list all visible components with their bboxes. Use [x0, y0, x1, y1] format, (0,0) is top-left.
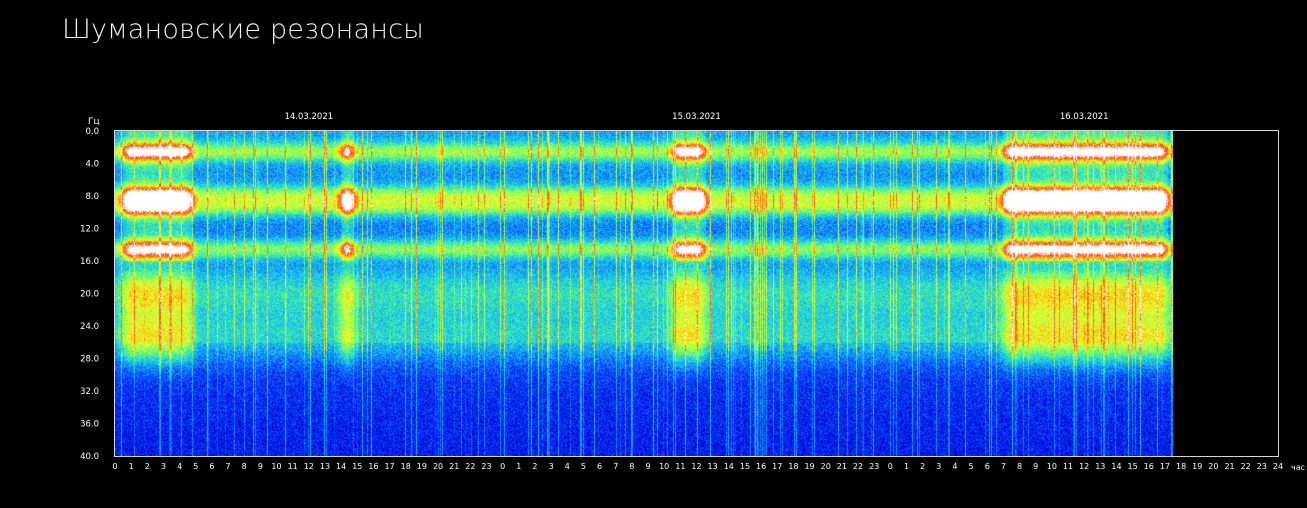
x-tick-label: 20	[821, 462, 831, 471]
y-tick-label: 4.0	[85, 160, 99, 170]
y-tick-label: 40.0	[80, 452, 99, 462]
x-tick-label: 15	[740, 462, 750, 471]
y-tick-label: 20.0	[80, 290, 99, 300]
x-tick-label: 3	[161, 462, 166, 471]
x-tick-label: 7	[1001, 462, 1006, 471]
x-tick-label: 15	[352, 462, 362, 471]
x-axis-ticks: 0 1 2 3 4 5 6 7 8 9 10 11 12 13 14 15 16 17 18 19 20 21 22 23 0 1…	[112, 462, 1283, 471]
y-axis-ticks: 0.0 4.0 8.0 12.0 16.0 20.0 24.0 28.0 32.0 36.0 40.…	[80, 127, 99, 462]
x-tick-label: 8	[629, 462, 634, 471]
x-tick-label: 19	[1192, 462, 1202, 471]
y-tick-label: 28.0	[80, 355, 99, 365]
x-tick-label: 20	[1208, 462, 1218, 471]
x-tick-label: 3	[936, 462, 941, 471]
x-tick-label: 10	[659, 462, 669, 471]
x-tick-label: 16	[1144, 462, 1154, 471]
x-tick-label: 0	[112, 462, 117, 471]
y-tick-label: 36.0	[80, 420, 99, 430]
date-labels: 14.03.2021 15.03.2021 16.03.2021	[284, 112, 1108, 122]
y-tick-label: 8.0	[85, 192, 99, 202]
x-tick-label: 11	[288, 462, 298, 471]
x-tick-label: 19	[804, 462, 814, 471]
x-tick-label: 17	[385, 462, 395, 471]
x-tick-label: 13	[1095, 462, 1105, 471]
x-tick-label: 18	[1176, 462, 1186, 471]
x-tick-label: 11	[675, 462, 685, 471]
x-tick-label: 16	[756, 462, 766, 471]
x-tick-label: 21	[837, 462, 847, 471]
x-tick-label: 1	[904, 462, 909, 471]
x-tick-label: 9	[1033, 462, 1038, 471]
x-tick-label: 22	[1241, 462, 1251, 471]
x-tick-label: 22	[853, 462, 863, 471]
x-tick-label: 19	[417, 462, 427, 471]
x-tick-label: 4	[177, 462, 182, 471]
x-tick-label: 2	[920, 462, 925, 471]
y-axis-label: Гц	[88, 117, 100, 127]
x-tick-label: 3	[549, 462, 554, 471]
x-tick-label: 7	[226, 462, 231, 471]
x-tick-label: 15	[1128, 462, 1138, 471]
x-tick-label: 9	[258, 462, 263, 471]
x-tick-label: 23	[869, 462, 879, 471]
x-tick-label: 5	[581, 462, 586, 471]
x-tick-label: 5	[969, 462, 974, 471]
x-tick-label: 12	[691, 462, 701, 471]
x-tick-label: 18	[788, 462, 798, 471]
date-label: 15.03.2021	[672, 112, 721, 122]
x-axis-label: час	[1291, 463, 1305, 472]
x-tick-label: 1	[129, 462, 134, 471]
y-tick-label: 32.0	[80, 387, 99, 397]
date-label: 14.03.2021	[284, 112, 333, 122]
x-tick-label: 8	[242, 462, 247, 471]
x-tick-label: 6	[985, 462, 990, 471]
x-tick-label: 21	[449, 462, 459, 471]
x-tick-label: 10	[1047, 462, 1057, 471]
x-tick-label: 0	[888, 462, 893, 471]
x-tick-label: 4	[565, 462, 570, 471]
x-tick-label: 6	[209, 462, 214, 471]
y-tick-label: 24.0	[80, 322, 99, 332]
x-tick-label: 14	[336, 462, 346, 471]
x-tick-label: 14	[1111, 462, 1121, 471]
x-tick-label: 9	[645, 462, 650, 471]
heatmap-image	[115, 131, 1173, 456]
x-tick-label: 23	[1257, 462, 1267, 471]
date-label: 16.03.2021	[1060, 112, 1109, 122]
x-tick-label: 14	[724, 462, 734, 471]
x-tick-label: 11	[1063, 462, 1073, 471]
x-tick-label: 1	[516, 462, 521, 471]
x-tick-label: 6	[597, 462, 602, 471]
x-tick-label: 18	[401, 462, 411, 471]
x-tick-label: 12	[304, 462, 314, 471]
x-tick-label: 4	[952, 462, 957, 471]
x-tick-label: 23	[481, 462, 491, 471]
x-tick-label: 17	[772, 462, 782, 471]
spectrogram-chart: Гц 0.0 4.0 8.0 12.0 16.0 20.0 24.0 28.0 32.0 36.0…	[80, 112, 1305, 472]
x-tick-label: 8	[1017, 462, 1022, 471]
x-tick-label: 12	[1079, 462, 1089, 471]
y-tick-label: 0.0	[85, 127, 99, 137]
x-tick-label: 2	[532, 462, 537, 471]
x-tick-label: 0	[500, 462, 505, 471]
x-tick-label: 22	[465, 462, 475, 471]
x-tick-label: 7	[613, 462, 618, 471]
x-tick-label: 5	[193, 462, 198, 471]
x-tick-label: 2	[145, 462, 150, 471]
x-tick-label: 21	[1224, 462, 1234, 471]
x-tick-label: 10	[271, 462, 281, 471]
x-tick-label: 24	[1273, 462, 1283, 471]
x-tick-label: 13	[320, 462, 330, 471]
x-tick-label: 20	[433, 462, 443, 471]
y-tick-label: 16.0	[80, 257, 99, 267]
y-tick-label: 12.0	[80, 225, 99, 235]
x-tick-label: 17	[1160, 462, 1170, 471]
x-tick-label: 16	[368, 462, 378, 471]
x-tick-label: 13	[708, 462, 718, 471]
